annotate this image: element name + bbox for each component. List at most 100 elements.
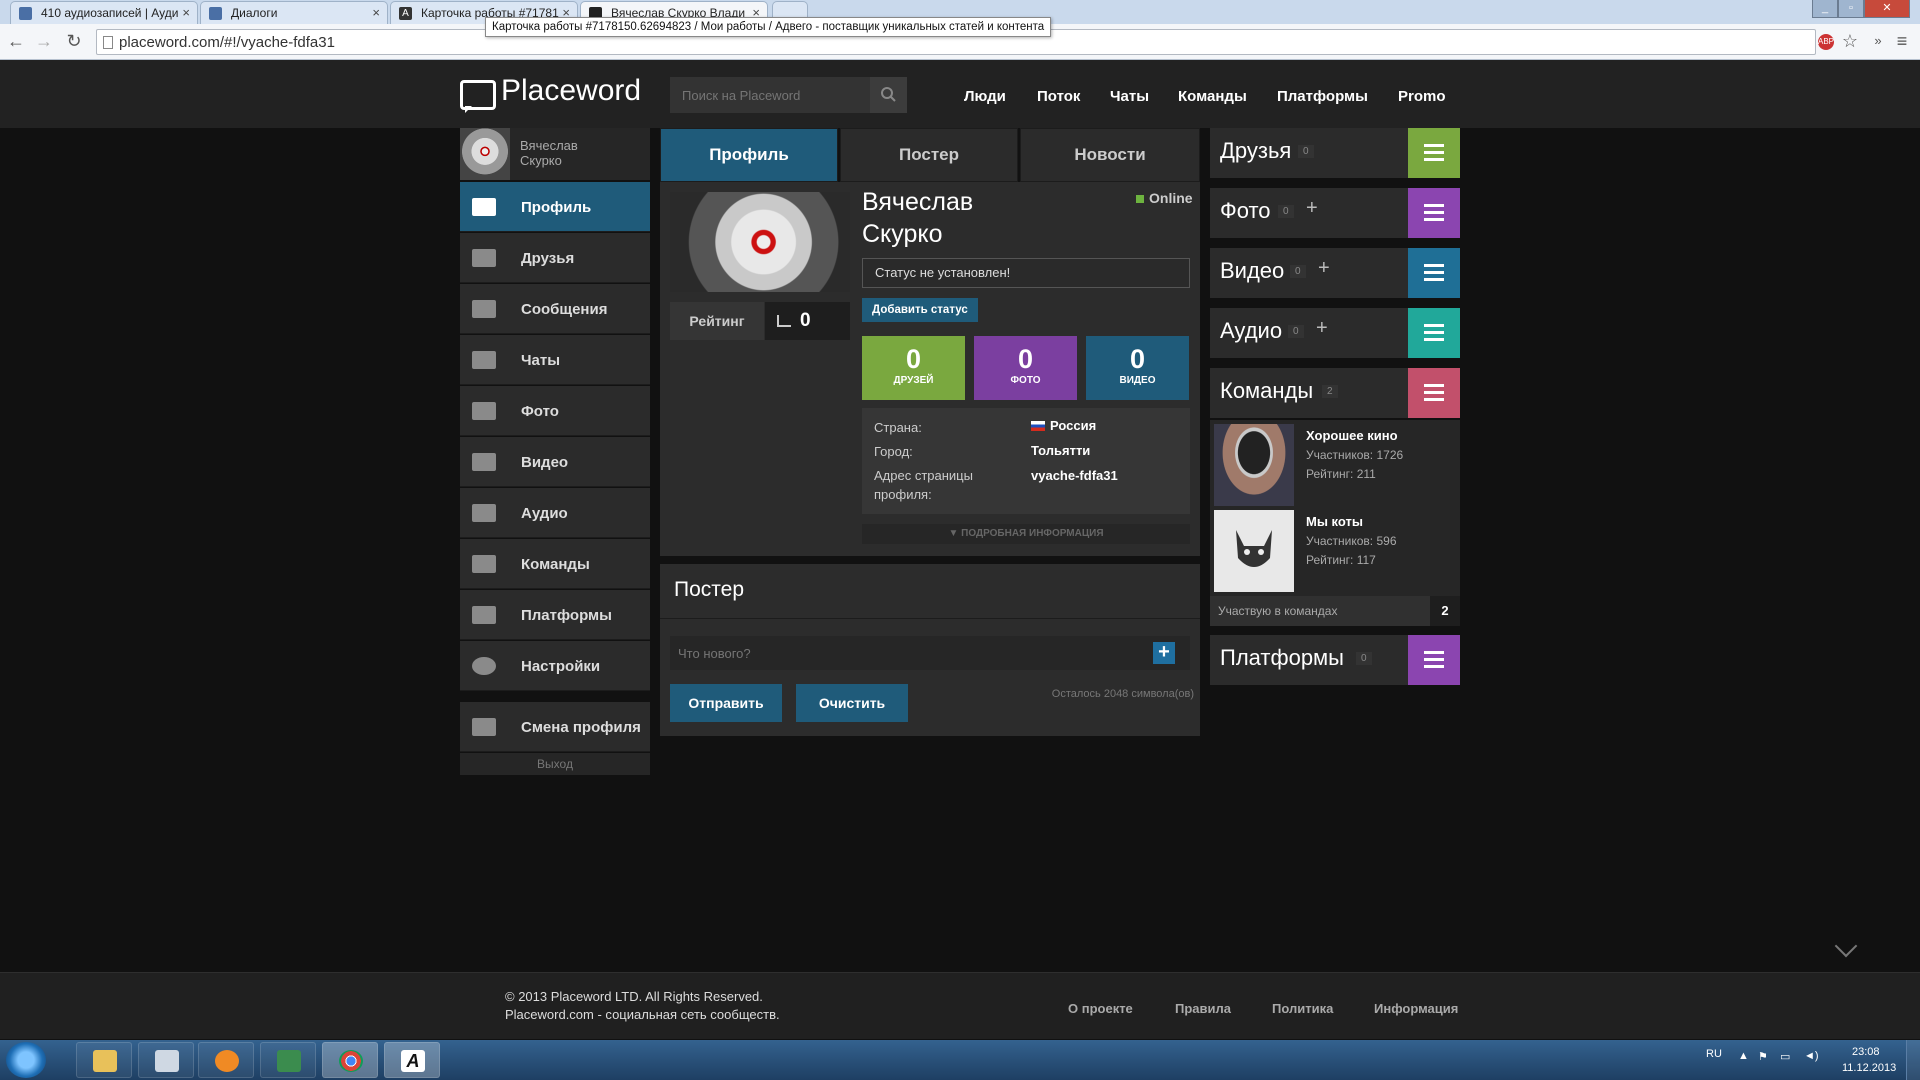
advego-favicon-icon: A	[399, 7, 412, 20]
tab-poster[interactable]: Постер	[840, 128, 1018, 182]
menu-icon[interactable]	[1408, 188, 1460, 238]
profile-photo[interactable]	[670, 192, 850, 292]
poster-input[interactable]	[670, 636, 1190, 670]
search-button[interactable]	[870, 77, 907, 113]
reload-icon[interactable]: ↻	[64, 32, 84, 50]
sidebar-item-label: Аудио	[521, 505, 568, 522]
volume-icon[interactable]: ◄)	[1804, 1050, 1819, 1062]
box-title[interactable]: Фото	[1220, 198, 1271, 224]
clock-date[interactable]: 11.12.2013	[1842, 1062, 1896, 1074]
sidebar-item-platforms[interactable]: Платформы	[460, 590, 650, 640]
sidebar-item-audio[interactable]: Аудио	[460, 488, 650, 538]
logout-link[interactable]: Выход	[460, 753, 650, 775]
advego-taskbar-button[interactable]: A	[384, 1042, 440, 1078]
add-plus-icon[interactable]: +	[1316, 317, 1328, 340]
close-tab-icon[interactable]: ×	[182, 5, 190, 20]
footer-link-info[interactable]: Информация	[1374, 1001, 1458, 1016]
box-count: 0	[1288, 325, 1304, 338]
minimize-window-icon[interactable]: _	[1812, 0, 1838, 18]
stat-videos[interactable]: 0 ВИДЕО	[1086, 336, 1189, 400]
forward-arrow-icon[interactable]: →	[34, 32, 54, 50]
audio-box: Аудио 0 +	[1210, 308, 1460, 358]
team-item[interactable]: Хорошее кино Участников: 1726 Рейтинг: 2…	[1214, 424, 1454, 506]
nav-platforms[interactable]: Платформы	[1277, 88, 1368, 105]
box-title[interactable]: Аудио	[1220, 318, 1282, 344]
start-button[interactable]	[6, 1042, 46, 1078]
tab-title: 410 аудиозаписей | Ауди	[41, 6, 179, 20]
box-title[interactable]: Платформы	[1220, 645, 1344, 671]
sidebar-user[interactable]: Вячеслав Скурко	[460, 128, 650, 180]
sidebar-item-messages[interactable]: Сообщения	[460, 284, 650, 334]
nav-people[interactable]: Люди	[964, 88, 1006, 105]
box-title[interactable]: Друзья	[1220, 138, 1291, 164]
team-name: Мы коты	[1306, 514, 1363, 529]
more-info-toggle[interactable]: ▼ ПОДРОБНАЯ ИНФОРМАЦИЯ	[862, 524, 1190, 544]
footer-link-rules[interactable]: Правила	[1175, 1001, 1231, 1016]
chrome-taskbar-button[interactable]	[322, 1042, 378, 1078]
sidebar-item-video[interactable]: Видео	[460, 437, 650, 487]
box-title[interactable]: Видео	[1220, 258, 1284, 284]
status-field[interactable]: Статус не установлен!	[862, 258, 1190, 288]
tab-profile[interactable]: Профиль	[660, 128, 838, 182]
bookmark-star-icon[interactable]: ☆	[1840, 32, 1860, 50]
nav-teams[interactable]: Команды	[1178, 88, 1247, 105]
menu-icon[interactable]	[1408, 248, 1460, 298]
menu-icon[interactable]	[1408, 368, 1460, 418]
country-value: Россия	[1031, 418, 1096, 433]
team-avatar	[1214, 424, 1294, 506]
address-value[interactable]: vyache-fdfa31	[1031, 468, 1118, 483]
clear-button[interactable]: Очистить	[796, 684, 908, 722]
nav-promo[interactable]: Promo	[1398, 88, 1446, 105]
teams-footer[interactable]: Участвую в командах 2	[1210, 596, 1460, 626]
sidebar-item-photo[interactable]: Фото	[460, 386, 650, 436]
profile-info: Страна: Россия Город: Тольятти Адрес стр…	[862, 408, 1190, 514]
switch-profile-button[interactable]: Смена профиля	[460, 702, 650, 752]
add-plus-icon[interactable]: +	[1306, 197, 1318, 220]
team-item[interactable]: Мы коты Участников: 596 Рейтинг: 117	[1214, 510, 1454, 592]
browser-tab[interactable]: Диалоги ×	[200, 1, 388, 24]
calculator-taskbar-button[interactable]	[138, 1042, 194, 1078]
scroll-down-chevron-icon[interactable]	[1834, 934, 1858, 958]
adblock-icon[interactable]: ABP	[1818, 34, 1834, 50]
sidebar-item-teams[interactable]: Команды	[460, 539, 650, 589]
action-center-flag-icon[interactable]: ⚑	[1758, 1050, 1768, 1063]
close-window-icon[interactable]: ✕	[1864, 0, 1910, 18]
attach-plus-button[interactable]: +	[1153, 642, 1175, 664]
sidebar-item-label: Друзья	[521, 250, 575, 267]
nav-chats[interactable]: Чаты	[1110, 88, 1149, 105]
sidebar-item-friends[interactable]: Друзья	[460, 233, 650, 283]
language-indicator[interactable]: RU	[1706, 1048, 1722, 1060]
box-title[interactable]: Команды	[1220, 378, 1313, 404]
send-button[interactable]: Отправить	[670, 684, 782, 722]
network-icon[interactable]: ▭	[1780, 1050, 1790, 1063]
show-desktop-button[interactable]	[1906, 1040, 1920, 1080]
footer-link-about[interactable]: О проекте	[1068, 1001, 1133, 1016]
sidebar-item-profile[interactable]: Профиль	[460, 182, 650, 232]
tray-expand-icon[interactable]: ▲	[1738, 1050, 1749, 1062]
footer-link-policy[interactable]: Политика	[1272, 1001, 1333, 1016]
search-input[interactable]	[670, 77, 870, 113]
menu-icon[interactable]: ≡	[1892, 32, 1912, 50]
add-plus-icon[interactable]: +	[1318, 257, 1330, 280]
stat-photos[interactable]: 0 ФОТО	[974, 336, 1077, 400]
nav-stream[interactable]: Поток	[1037, 88, 1080, 105]
explorer-taskbar-button[interactable]	[76, 1042, 132, 1078]
gear-icon	[472, 657, 496, 675]
extensions-chevron-icon[interactable]: »	[1868, 32, 1888, 50]
add-status-button[interactable]: Добавить статус	[862, 298, 978, 322]
menu-icon[interactable]	[1408, 308, 1460, 358]
clock-time[interactable]: 23:08	[1852, 1046, 1880, 1058]
stat-friends[interactable]: 0 ДРУЗЕЙ	[862, 336, 965, 400]
sidebar-item-chats[interactable]: Чаты	[460, 335, 650, 385]
close-tab-icon[interactable]: ×	[372, 5, 380, 20]
menu-icon[interactable]	[1408, 635, 1460, 685]
tab-news[interactable]: Новости	[1020, 128, 1200, 182]
media-player-taskbar-button[interactable]	[198, 1042, 254, 1078]
back-arrow-icon[interactable]: ←	[6, 32, 26, 50]
menu-icon[interactable]	[1408, 128, 1460, 178]
maximize-window-icon[interactable]: ▫	[1838, 0, 1864, 18]
teams-list: Хорошее кино Участников: 1726 Рейтинг: 2…	[1210, 420, 1460, 596]
sidebar-item-settings[interactable]: Настройки	[460, 641, 650, 691]
monitor-taskbar-button[interactable]	[260, 1042, 316, 1078]
browser-tab[interactable]: 410 аудиозаписей | Ауди ×	[10, 1, 198, 24]
